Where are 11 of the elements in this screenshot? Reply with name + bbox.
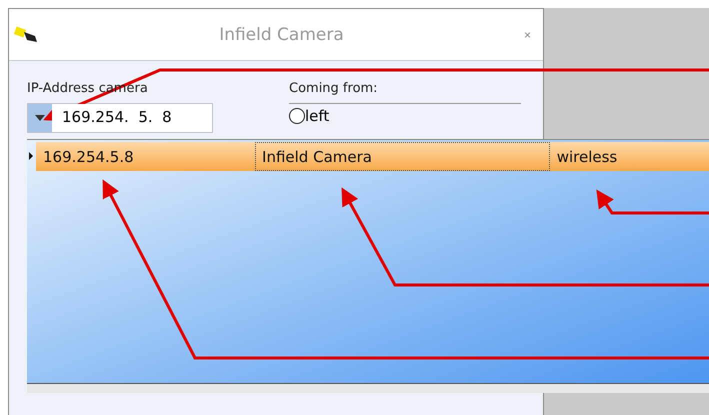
list-cell-text: 169.254.5.8: [42, 146, 135, 168]
window-title: Infield Camera: [218, 24, 345, 44]
list-cell-text: wireless: [556, 146, 618, 168]
close-button[interactable]: ×: [522, 28, 533, 42]
ip-address-combo[interactable]: 169.254. 5. 8: [27, 103, 213, 133]
caret-icon: [35, 115, 45, 121]
dropdown-button[interactable]: [28, 104, 52, 132]
row-marker-icon: [29, 152, 33, 160]
group-label: Coming from:: [289, 81, 378, 96]
radio-option[interactable]: left: [289, 107, 330, 125]
list-cell: Infield Camera: [255, 142, 550, 171]
